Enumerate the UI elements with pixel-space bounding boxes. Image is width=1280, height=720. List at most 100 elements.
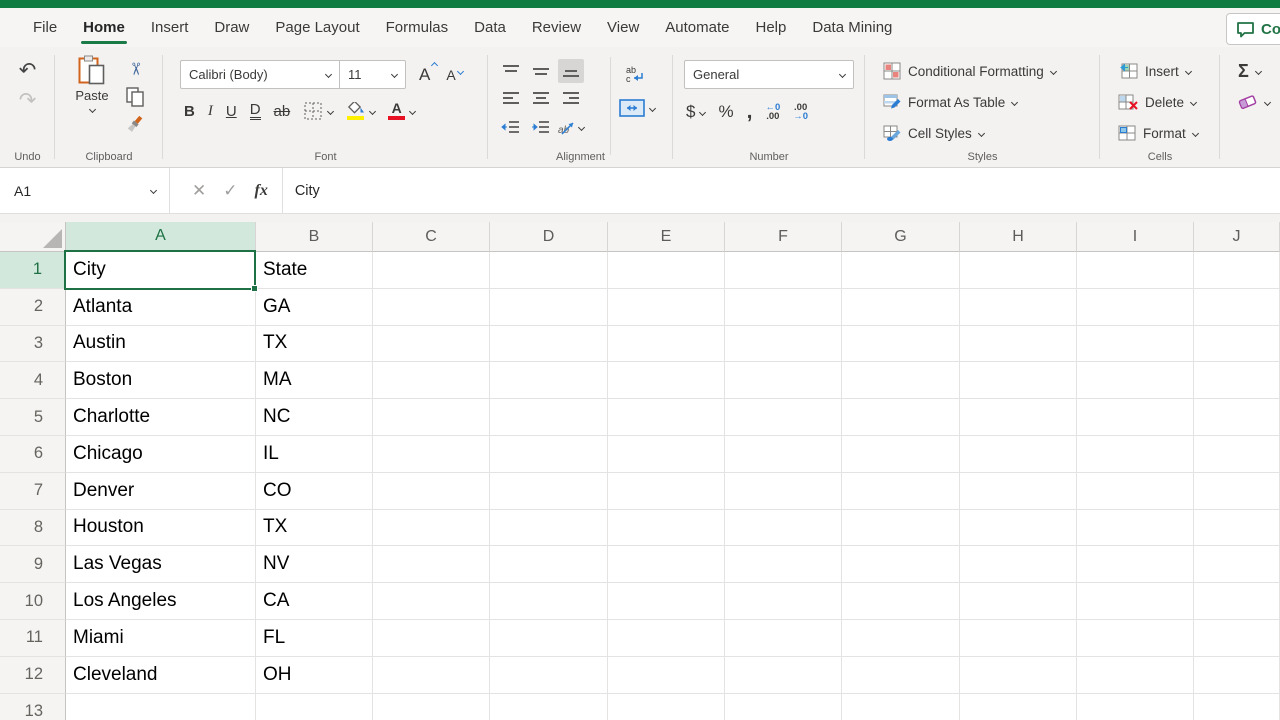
enter-button[interactable]: ✓ [223, 181, 237, 201]
cell-D12[interactable] [490, 656, 608, 694]
cell-H6[interactable] [960, 435, 1077, 473]
cell-C8[interactable] [373, 509, 490, 547]
cell-H7[interactable] [960, 472, 1077, 510]
cell-I6[interactable] [1077, 435, 1194, 473]
cell-H2[interactable] [960, 288, 1077, 326]
strikethrough-button[interactable]: ab [274, 103, 291, 120]
row-header-13[interactable]: 13 [0, 693, 66, 720]
cell-J4[interactable] [1194, 362, 1280, 400]
cell-D2[interactable] [490, 288, 608, 326]
cell-G11[interactable] [842, 619, 960, 657]
number-format-select[interactable]: General [684, 60, 854, 89]
cell-B8[interactable]: TX [256, 509, 373, 547]
cell-B10[interactable]: CA [256, 583, 373, 620]
cell-C6[interactable] [373, 435, 490, 473]
borders-button[interactable] [303, 101, 335, 121]
row-header-1[interactable]: 1 [0, 252, 66, 289]
cell-G13[interactable] [842, 693, 960, 720]
cell-A12[interactable]: Cleveland [66, 656, 256, 694]
cell-J9[interactable] [1194, 546, 1280, 584]
bottom-align-button[interactable] [558, 59, 584, 83]
tab-help[interactable]: Help [743, 8, 800, 47]
cell-A1[interactable]: City [66, 252, 256, 289]
cut-button[interactable]: ✂ [125, 59, 145, 79]
increase-font-size-button[interactable]: A [419, 61, 439, 85]
cell-G8[interactable] [842, 509, 960, 547]
cell-A5[interactable]: Charlotte [66, 399, 256, 436]
wrap-text-button[interactable]: ab c [619, 65, 655, 83]
cell-B11[interactable]: FL [256, 619, 373, 657]
tab-view[interactable]: View [594, 8, 652, 47]
cell-H5[interactable] [960, 399, 1077, 436]
cell-F4[interactable] [725, 362, 842, 400]
cell-G5[interactable] [842, 399, 960, 436]
cell-D9[interactable] [490, 546, 608, 584]
cell-J7[interactable] [1194, 472, 1280, 510]
cell-J5[interactable] [1194, 399, 1280, 436]
cell-G9[interactable] [842, 546, 960, 584]
col-header-H[interactable]: H [960, 222, 1077, 252]
cell-G2[interactable] [842, 288, 960, 326]
cell-J2[interactable] [1194, 288, 1280, 326]
top-align-button[interactable] [498, 59, 524, 83]
row-header-6[interactable]: 6 [0, 435, 66, 473]
tab-data[interactable]: Data [461, 8, 519, 47]
col-header-A[interactable]: A [66, 222, 256, 252]
name-box[interactable]: A1 [0, 168, 170, 213]
cell-B3[interactable]: TX [256, 325, 373, 363]
cell-H9[interactable] [960, 546, 1077, 584]
cell-B5[interactable]: NC [256, 399, 373, 436]
cell-D10[interactable] [490, 583, 608, 620]
cell-F9[interactable] [725, 546, 842, 584]
cell-H1[interactable] [960, 252, 1077, 289]
cell-E7[interactable] [608, 472, 725, 510]
cell-I5[interactable] [1077, 399, 1194, 436]
cell-I2[interactable] [1077, 288, 1194, 326]
cell-B1[interactable]: State [256, 252, 373, 289]
underline-button[interactable]: U [226, 103, 237, 120]
cell-C12[interactable] [373, 656, 490, 694]
tab-home[interactable]: Home [70, 8, 138, 47]
font-name-select[interactable]: Calibri (Body) [180, 60, 339, 89]
cell-H11[interactable] [960, 619, 1077, 657]
cell-E9[interactable] [608, 546, 725, 584]
cell-C13[interactable] [373, 693, 490, 720]
cell-J10[interactable] [1194, 583, 1280, 620]
cell-E13[interactable] [608, 693, 725, 720]
cell-A13[interactable] [66, 693, 256, 720]
cell-A10[interactable]: Los Angeles [66, 583, 256, 620]
row-header-5[interactable]: 5 [0, 399, 66, 436]
row-header-10[interactable]: 10 [0, 583, 66, 620]
cell-G4[interactable] [842, 362, 960, 400]
cell-F2[interactable] [725, 288, 842, 326]
row-header-9[interactable]: 9 [0, 546, 66, 584]
cell-F3[interactable] [725, 325, 842, 363]
tab-file[interactable]: File [20, 8, 70, 47]
cancel-button[interactable]: ✕ [192, 181, 206, 201]
align-right-button[interactable] [558, 87, 584, 111]
tab-insert[interactable]: Insert [138, 8, 202, 47]
italic-button[interactable]: I [208, 103, 213, 120]
cell-J1[interactable] [1194, 252, 1280, 289]
tab-page-layout[interactable]: Page Layout [262, 8, 372, 47]
cell-A8[interactable]: Houston [66, 509, 256, 547]
col-header-I[interactable]: I [1077, 222, 1194, 252]
tab-automate[interactable]: Automate [652, 8, 742, 47]
cell-F10[interactable] [725, 583, 842, 620]
cell-F6[interactable] [725, 435, 842, 473]
cell-J6[interactable] [1194, 435, 1280, 473]
cell-C7[interactable] [373, 472, 490, 510]
cell-F5[interactable] [725, 399, 842, 436]
comma-style-button[interactable]: , [747, 100, 753, 124]
accounting-format-button[interactable]: $ [686, 102, 707, 122]
cell-D3[interactable] [490, 325, 608, 363]
cell-styles-button[interactable]: Cell Styles [883, 122, 1100, 144]
cell-D6[interactable] [490, 435, 608, 473]
cell-A6[interactable]: Chicago [66, 435, 256, 473]
cell-A3[interactable]: Austin [66, 325, 256, 363]
cell-I11[interactable] [1077, 619, 1194, 657]
conditional-formatting-button[interactable]: Conditional Formatting [883, 60, 1100, 82]
cell-B13[interactable] [256, 693, 373, 720]
cell-C11[interactable] [373, 619, 490, 657]
row-header-7[interactable]: 7 [0, 472, 66, 510]
